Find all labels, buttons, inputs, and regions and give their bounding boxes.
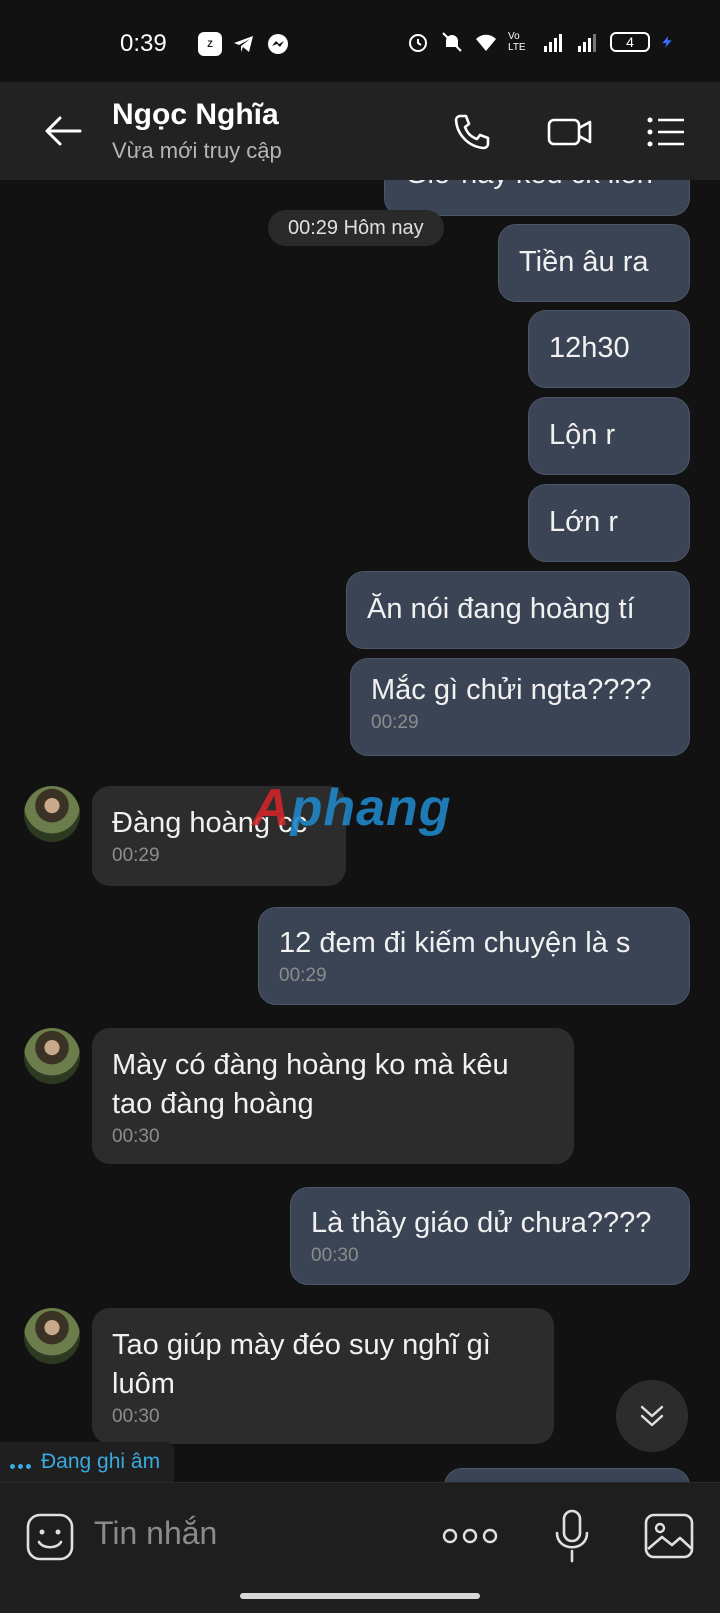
message-bubble-incoming[interactable]: Tao giúp mày đéo suy nghĩ gì luôm 00:30 [92, 1308, 554, 1444]
message-bubble-incoming[interactable]: Mày có đàng hoàng ko mà kêu tao đàng hoà… [92, 1028, 574, 1164]
message-bubble-outgoing[interactable]: Tiền âu ra [498, 224, 690, 302]
contact-status: Vừa mới truy cập [112, 138, 282, 163]
chevron-double-down-icon [640, 1405, 664, 1427]
message-bubble-outgoing[interactable]: 12 đem đi kiếm chuyện là s 00:29 [258, 907, 690, 1005]
wifi-icon [476, 34, 496, 51]
status-system-icons: Vo LTE 4 [406, 30, 674, 54]
status-time: 0:39 [120, 30, 167, 57]
home-indicator [240, 1593, 480, 1599]
zalo-icon: Z [198, 32, 222, 56]
battery-indicator: 4 [610, 32, 650, 52]
message-list[interactable]: Giờ này kêu ck liền 00:29 Hôm nay Tiền â… [0, 180, 720, 1482]
recording-label: Đang ghi âm [41, 1450, 161, 1473]
recording-dots-icon [10, 1455, 31, 1469]
contact-avatar[interactable] [24, 1308, 80, 1364]
messenger-icon [268, 34, 288, 54]
watermark-logo: Aphang [252, 779, 452, 837]
message-bubble-outgoing[interactable] [444, 1468, 690, 1482]
chat-header: Ngọc Nghĩa Vừa mới truy cập [0, 82, 720, 180]
charging-icon [662, 36, 672, 48]
message-bubble-outgoing[interactable]: 12h30 [528, 310, 690, 388]
signal-2-icon [578, 34, 596, 52]
message-bubble-outgoing[interactable]: Là thầy giáo dử chưa???? 00:30 [290, 1187, 690, 1285]
menu-list-icon[interactable] [644, 110, 688, 154]
mute-icon [442, 32, 462, 52]
contact-avatar[interactable] [24, 786, 80, 842]
date-separator: 00:29 Hôm nay [268, 210, 444, 246]
status-bar: 0:39 Z Vo LTE 4 [0, 0, 720, 82]
status-notification-icons: Z [198, 32, 290, 56]
image-gallery-icon[interactable] [642, 1509, 696, 1563]
recording-indicator: Đang ghi âm [0, 1442, 175, 1482]
back-arrow-icon[interactable] [40, 108, 86, 154]
alarm-icon [409, 34, 427, 52]
message-bubble-outgoing[interactable]: Lớn r [528, 484, 690, 562]
signal-icon [544, 34, 562, 52]
message-input-bar: Tin nhắn [0, 1482, 720, 1613]
message-bubble-outgoing[interactable]: Lộn r [528, 397, 690, 475]
phone-call-icon[interactable] [450, 110, 494, 154]
message-bubble-outgoing[interactable]: Mắc gì chửi ngta???? 00:29 [350, 658, 690, 756]
contact-name[interactable]: Ngọc Nghĩa [112, 98, 279, 132]
video-call-icon[interactable] [546, 110, 594, 154]
volte-label: Vo LTE [508, 31, 526, 53]
telegram-icon [234, 36, 253, 52]
emoji-sticker-icon[interactable] [24, 1511, 76, 1563]
scroll-to-bottom-button[interactable] [616, 1380, 688, 1452]
more-options-icon[interactable] [442, 1521, 498, 1551]
microphone-icon[interactable] [552, 1507, 592, 1565]
message-input[interactable]: Tin nhắn [94, 1515, 217, 1552]
message-bubble-outgoing[interactable]: Ăn nói đang hoàng tí [346, 571, 690, 649]
contact-avatar[interactable] [24, 1028, 80, 1084]
